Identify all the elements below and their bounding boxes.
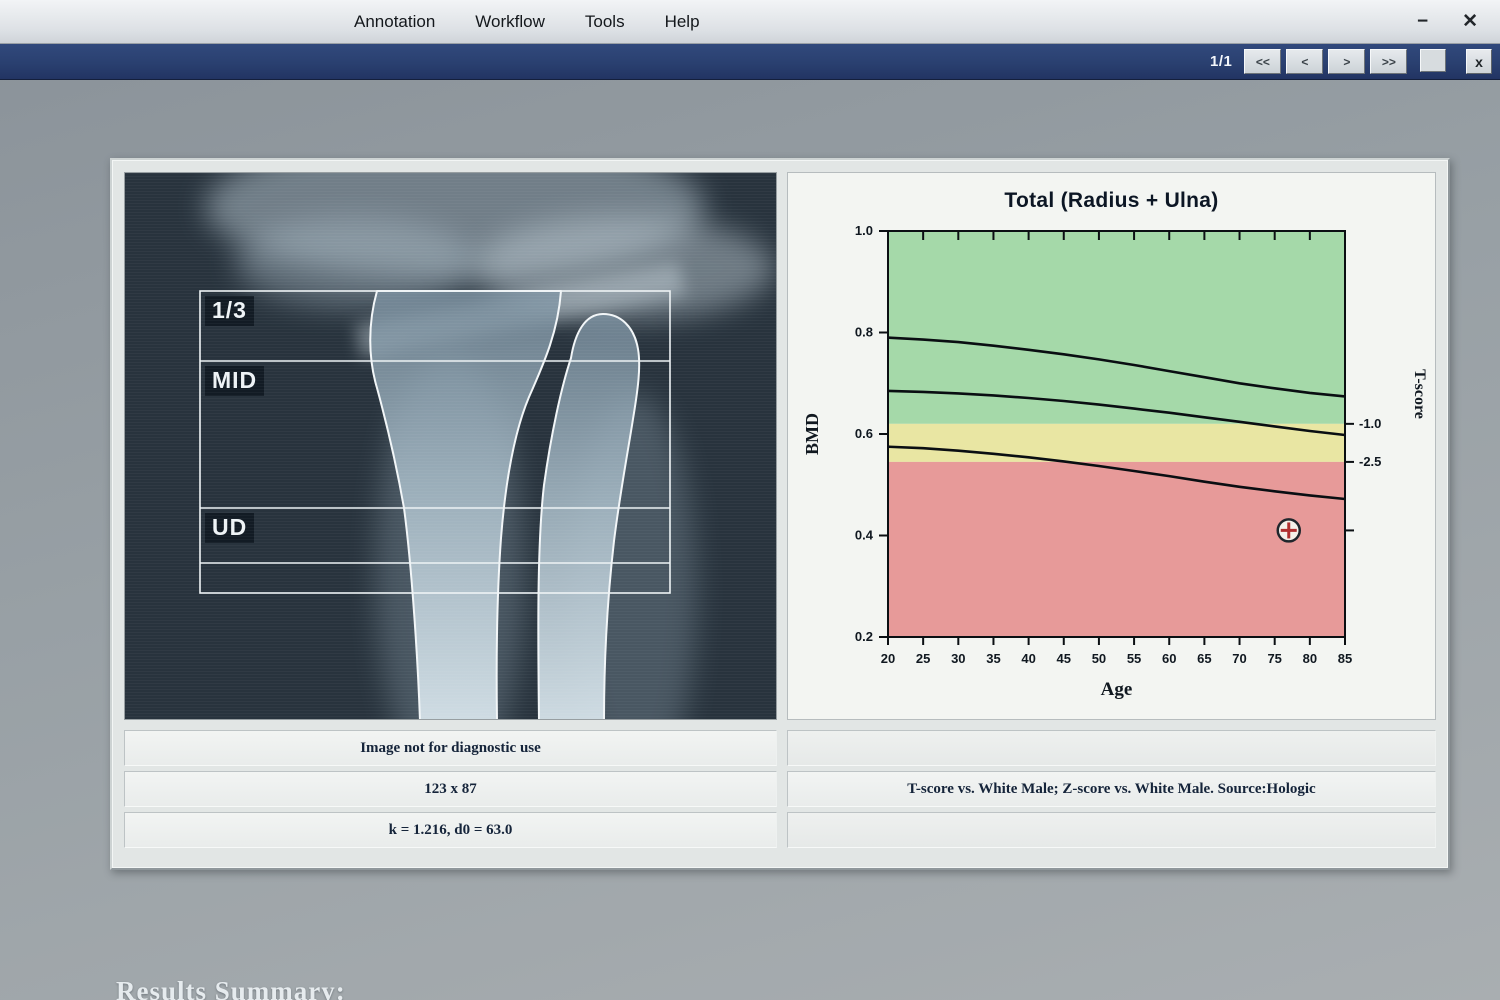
caption-row-empty bbox=[787, 730, 1436, 766]
y-tick-label: 1.0 bbox=[855, 223, 873, 238]
page-nav-group: << < > >> bbox=[1244, 49, 1446, 74]
x-tick-label: 45 bbox=[1057, 651, 1071, 666]
y-tick-label: 0.2 bbox=[855, 629, 873, 644]
next-page-button[interactable]: > bbox=[1328, 49, 1365, 74]
first-page-button[interactable]: << bbox=[1244, 49, 1281, 74]
chart-caption-rows: T-score vs. White Male; Z-score vs. Whit… bbox=[787, 730, 1436, 848]
x-tick-label: 60 bbox=[1162, 651, 1176, 666]
prev-page-button[interactable]: < bbox=[1286, 49, 1323, 74]
tscore-tick-label: -2.5 bbox=[1359, 454, 1381, 469]
close-icon[interactable]: ✕ bbox=[1462, 12, 1478, 31]
x-tick-label: 20 bbox=[881, 651, 895, 666]
menu-annotation[interactable]: Annotation bbox=[338, 3, 451, 41]
x-tick-label: 80 bbox=[1303, 651, 1317, 666]
chart-title: Total (Radius + Ulna) bbox=[788, 189, 1435, 213]
x-tick-label: 65 bbox=[1197, 651, 1211, 666]
caption-row-empty bbox=[787, 812, 1436, 848]
window-controls: − ✕ bbox=[1417, 12, 1478, 31]
roi-label-one-third: 1/3 bbox=[205, 296, 254, 326]
xray-panel: 1/3 MID UD Image not for diagnostic use … bbox=[124, 172, 777, 856]
x-axis-label: Age bbox=[1101, 679, 1133, 700]
report-document-window: 1/3 MID UD Image not for diagnostic use … bbox=[110, 158, 1450, 870]
y-tick-label: 0.4 bbox=[855, 528, 874, 543]
x-tick-label: 50 bbox=[1092, 651, 1106, 666]
x-tick-label: 70 bbox=[1232, 651, 1246, 666]
x-tick-label: 75 bbox=[1267, 651, 1281, 666]
y-tick-label: 0.8 bbox=[855, 325, 873, 340]
tscore-tick-label: -1.0 bbox=[1359, 416, 1381, 431]
roi-label-mid: MID bbox=[205, 366, 264, 396]
x-tick-label: 25 bbox=[916, 651, 930, 666]
caption-calibration-values: k = 1.216, d0 = 63.0 bbox=[124, 812, 777, 848]
t-score-axis-label: T-score bbox=[1411, 369, 1428, 419]
xray-caption-rows: Image not for diagnostic use 123 x 87 k … bbox=[124, 730, 777, 848]
y-tick-label: 0.6 bbox=[855, 426, 873, 441]
page-toolbar: 1/1 << < > >> x bbox=[0, 44, 1500, 80]
pane-close-button[interactable]: x bbox=[1466, 49, 1492, 74]
x-tick-label: 35 bbox=[986, 651, 1000, 666]
roi-label-ud: UD bbox=[205, 513, 254, 543]
x-tick-label: 55 bbox=[1127, 651, 1141, 666]
zone-normal bbox=[888, 231, 1345, 424]
caption-scan-dimensions: 123 x 87 bbox=[124, 771, 777, 807]
menu-help[interactable]: Help bbox=[649, 3, 716, 41]
menu-bar: Annotation Workflow Tools Help − ✕ bbox=[0, 0, 1500, 44]
results-summary-heading: Results Summary: bbox=[116, 976, 346, 1000]
menu-items: Annotation Workflow Tools Help bbox=[338, 3, 716, 41]
x-tick-label: 85 bbox=[1338, 651, 1352, 666]
xray-image: 1/3 MID UD bbox=[124, 172, 777, 720]
last-page-button[interactable]: >> bbox=[1370, 49, 1407, 74]
caption-diagnostic-disclaimer: Image not for diagnostic use bbox=[124, 730, 777, 766]
blank-button[interactable] bbox=[1420, 49, 1446, 72]
zone-osteoporosis bbox=[888, 462, 1345, 637]
caption-reference-source: T-score vs. White Male; Z-score vs. Whit… bbox=[787, 771, 1436, 807]
x-tick-label: 30 bbox=[951, 651, 965, 666]
bmd-chart-area: Total (Radius + Ulna) 20 25 30 35 40 45 50 55 60… bbox=[787, 172, 1436, 720]
page-indicator: 1/1 bbox=[1210, 53, 1232, 70]
menu-workflow[interactable]: Workflow bbox=[459, 3, 561, 41]
bmd-chart-svg: 20 25 30 35 40 45 50 55 60 65 70 75 80 85 1.0 0.8 0.6 0.4… bbox=[788, 217, 1439, 717]
chart-panel: Total (Radius + Ulna) 20 25 30 35 40 45 50 55 60… bbox=[787, 172, 1436, 856]
x-tick-label: 40 bbox=[1021, 651, 1035, 666]
application-window: Annotation Workflow Tools Help − ✕ 1/1 <… bbox=[0, 0, 1500, 1000]
y-axis-label: BMD bbox=[802, 413, 822, 455]
zone-osteopenia bbox=[888, 424, 1345, 462]
minimize-icon[interactable]: − bbox=[1417, 12, 1428, 31]
xray-svg bbox=[125, 173, 776, 720]
menu-tools[interactable]: Tools bbox=[569, 3, 641, 41]
